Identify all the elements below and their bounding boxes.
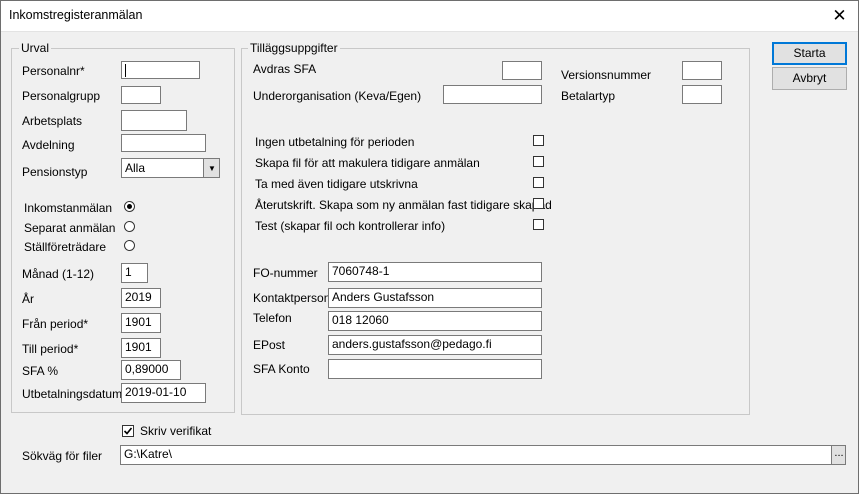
versionsnummer-input[interactable] bbox=[682, 61, 722, 80]
till-period-input[interactable]: 1901 bbox=[121, 338, 161, 358]
sfa-konto-label: SFA Konto bbox=[253, 362, 310, 376]
checkmark-icon bbox=[123, 427, 133, 435]
ellipsis-icon: ... bbox=[834, 447, 844, 459]
fo-nummer-label: FO-nummer bbox=[253, 266, 318, 280]
kontaktperson-input[interactable]: Anders Gustafsson bbox=[328, 288, 542, 308]
sokvag-value: G:\Katre\ bbox=[124, 447, 173, 461]
personalgrupp-label: Personalgrupp bbox=[22, 89, 101, 103]
ar-input[interactable]: 2019 bbox=[121, 288, 161, 308]
avdras-sfa-input[interactable] bbox=[502, 61, 542, 80]
urval-legend: Urval bbox=[19, 41, 52, 55]
radio-inkomst-label: Inkomstanmälan bbox=[24, 201, 113, 215]
title-bar: Inkomstregisteranmälan ✕ bbox=[0, 0, 859, 32]
avdelning-label: Avdelning bbox=[22, 138, 75, 152]
fran-period-input[interactable]: 1901 bbox=[121, 313, 161, 333]
close-button[interactable]: ✕ bbox=[820, 0, 859, 31]
pensionstyp-value: Alla bbox=[125, 161, 146, 175]
sfa-label: SFA % bbox=[22, 364, 59, 378]
chevron-down-icon: ▼ bbox=[208, 163, 216, 173]
skriv-verifikat-label: Skriv verifikat bbox=[140, 424, 212, 438]
personalnr-label: Personalnr* bbox=[22, 64, 85, 78]
avdelning-input[interactable] bbox=[121, 134, 206, 152]
sfa-input[interactable]: 0,89000 bbox=[121, 360, 181, 380]
window-title: Inkomstregisteranmälan bbox=[9, 8, 143, 22]
cb-tidigare-checkbox[interactable] bbox=[533, 177, 544, 188]
arbetsplats-input[interactable] bbox=[121, 110, 187, 131]
radio-separat-label: Separat anmälan bbox=[24, 221, 116, 235]
personalnr-input[interactable] bbox=[121, 61, 200, 79]
cb-tidigare-label: Ta med även tidigare utskrivna bbox=[255, 177, 418, 191]
pensionstyp-select[interactable]: Alla ▼ bbox=[121, 158, 220, 178]
sfa-konto-input[interactable] bbox=[328, 359, 542, 379]
cb-test-label: Test (skapar fil och kontrollerar info) bbox=[255, 219, 446, 233]
browse-button[interactable]: ... bbox=[831, 446, 845, 464]
versionsnummer-label: Versionsnummer bbox=[561, 68, 652, 82]
radio-stallforetradare[interactable] bbox=[124, 240, 135, 251]
betalartyp-input[interactable] bbox=[682, 85, 722, 104]
start-button[interactable]: Starta bbox=[772, 42, 847, 65]
tillagg-legend: Tilläggsuppgifter bbox=[248, 41, 340, 55]
radio-separat[interactable] bbox=[124, 221, 135, 232]
close-icon: ✕ bbox=[832, 5, 847, 25]
utbetalningsdatum-label: Utbetalningsdatum bbox=[22, 387, 123, 401]
fran-period-label: Från period* bbox=[22, 317, 89, 331]
epost-input[interactable]: anders.gustafsson@pedago.fi bbox=[328, 335, 542, 355]
text-caret bbox=[125, 64, 126, 78]
betalartyp-label: Betalartyp bbox=[561, 89, 616, 103]
ar-label: År bbox=[22, 292, 34, 306]
kontaktperson-label: Kontaktperson bbox=[253, 291, 331, 305]
cb-makulera-checkbox[interactable] bbox=[533, 156, 544, 167]
manad-input[interactable]: 1 bbox=[121, 263, 148, 283]
cb-ingen-checkbox[interactable] bbox=[533, 135, 544, 146]
fo-nummer-input[interactable]: 7060748-1 bbox=[328, 262, 542, 282]
sokvag-input[interactable]: G:\Katre\ ... bbox=[120, 445, 846, 465]
arbetsplats-label: Arbetsplats bbox=[22, 114, 83, 128]
cb-aterutskrift-checkbox[interactable] bbox=[533, 198, 544, 209]
radio-inkomst[interactable] bbox=[124, 201, 135, 212]
sokvag-label: Sökväg för filer bbox=[22, 449, 103, 463]
till-period-label: Till period* bbox=[22, 342, 79, 356]
cb-aterutskrift-label: Återutskrift. Skapa som ny anmälan fast … bbox=[255, 198, 552, 212]
epost-label: EPost bbox=[253, 338, 286, 352]
telefon-label: Telefon bbox=[253, 311, 292, 325]
cb-test-checkbox[interactable] bbox=[533, 219, 544, 230]
telefon-input[interactable]: 018 12060 bbox=[328, 311, 542, 331]
pensionstyp-label: Pensionstyp bbox=[22, 165, 88, 179]
avdras-sfa-label: Avdras SFA bbox=[253, 62, 317, 76]
radio-stallforetradare-label: Ställföreträdare bbox=[24, 240, 107, 254]
personalgrupp-input[interactable] bbox=[121, 86, 161, 104]
manad-label: Månad (1-12) bbox=[22, 267, 95, 281]
skriv-verifikat-checkbox[interactable] bbox=[122, 425, 134, 437]
utbetalningsdatum-input[interactable]: 2019-01-10 bbox=[121, 383, 206, 403]
cb-makulera-label: Skapa fil för att makulera tidigare anmä… bbox=[255, 156, 480, 170]
cancel-button[interactable]: Avbryt bbox=[772, 67, 847, 90]
cb-ingen-label: Ingen utbetalning för perioden bbox=[255, 135, 415, 149]
underorganisation-input[interactable] bbox=[443, 85, 542, 104]
dropdown-button[interactable]: ▼ bbox=[203, 159, 219, 177]
underorganisation-label: Underorganisation (Keva/Egen) bbox=[253, 89, 422, 103]
